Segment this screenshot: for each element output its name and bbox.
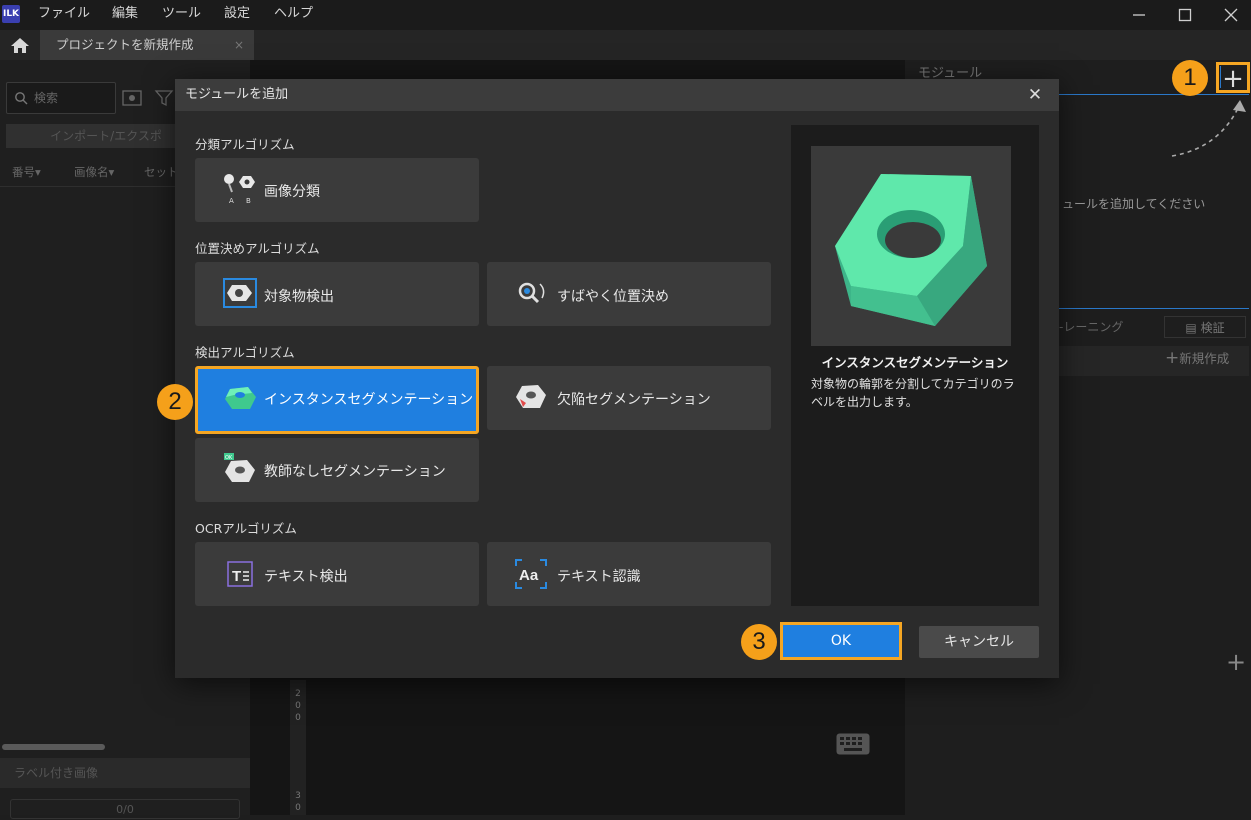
- defect-segmentation-icon: [514, 381, 548, 415]
- dialog-title: モジュールを追加: [185, 87, 289, 102]
- column-set[interactable]: セット: [144, 158, 179, 186]
- callout-3: 3: [741, 624, 777, 660]
- module-object-detection-label: 対象物検出: [264, 289, 334, 305]
- preview-image: [811, 146, 1011, 346]
- menu-settings[interactable]: 設定: [224, 0, 250, 30]
- app-logo: ILK: [2, 5, 20, 23]
- ruler-top-digits: 2 0 0: [295, 689, 301, 723]
- vertical-ruler: 2 0 0 3 0: [290, 680, 306, 815]
- dialog-close-icon[interactable]: ✕: [1024, 79, 1046, 111]
- maximize-icon[interactable]: [1162, 0, 1208, 30]
- unsupervised-segmentation-icon: OK: [222, 452, 256, 486]
- menu-help[interactable]: ヘルプ: [274, 0, 313, 30]
- svg-text:A: A: [229, 197, 234, 205]
- menu-tools[interactable]: ツール: [162, 0, 201, 30]
- search-placeholder: 検索: [34, 91, 59, 105]
- module-image-classification-label: 画像分類: [264, 184, 320, 200]
- horizontal-scrollbar[interactable]: [2, 744, 105, 750]
- image-filter-icon[interactable]: [122, 88, 144, 112]
- new-create-button[interactable]: +新規作成: [1165, 348, 1229, 368]
- cancel-button[interactable]: キャンセル: [919, 626, 1039, 658]
- svg-text:OK: OK: [225, 455, 233, 461]
- preview-title: インスタンスセグメンテーション: [821, 355, 1009, 370]
- image-classification-icon: AB: [219, 170, 255, 205]
- svg-text:Aa: Aa: [519, 567, 539, 584]
- tab-verify-label: 検証: [1200, 321, 1225, 335]
- module-instance-segmentation-label: インスタンスセグメンテーション: [264, 392, 474, 408]
- add-module-hint: ュールを追加してください: [1062, 197, 1206, 211]
- module-unsupervised-segmentation-label: 教師なしセグメンテーション: [264, 464, 446, 480]
- add-module-button[interactable]: +: [1216, 62, 1250, 93]
- menu-file[interactable]: ファイル: [38, 0, 90, 30]
- labeled-images-header: ラベル付き画像: [0, 758, 250, 788]
- tab-close-icon[interactable]: ×: [234, 30, 244, 60]
- search-icon: [14, 91, 28, 109]
- module-text-recognition-label: テキスト認識: [557, 569, 641, 585]
- image-count: 0/0: [10, 799, 240, 819]
- text-detection-icon: T: [224, 558, 258, 592]
- close-icon[interactable]: [1208, 0, 1251, 30]
- add-icon[interactable]: +: [1226, 648, 1246, 676]
- object-detection-icon: [222, 277, 257, 311]
- column-number[interactable]: 番号▾: [12, 158, 41, 186]
- verify-icon: ▤: [1185, 321, 1201, 335]
- column-image-name[interactable]: 画像名▾: [74, 158, 114, 186]
- preview-description: 対象物の輪郭を分割してカテゴリのラベルを出力します。: [811, 377, 1015, 409]
- dashed-arrow-icon: [1171, 100, 1246, 157]
- instance-segmentation-icon: [222, 383, 256, 417]
- tab-training[interactable]: -レーニング: [1059, 316, 1154, 338]
- menu-edit[interactable]: 編集: [112, 0, 138, 30]
- fast-positioning-icon: [516, 280, 550, 314]
- new-create-label: 新規作成: [1179, 351, 1230, 366]
- dialog-header: [175, 79, 1059, 111]
- plus-icon: +: [1165, 348, 1180, 368]
- keyboard-icon[interactable]: [836, 733, 870, 755]
- ruler-bottom-digits: 3 0: [295, 791, 301, 813]
- section-inspection: 検出アルゴリズム: [195, 345, 295, 360]
- module-defect-segmentation-label: 欠陥セグメンテーション: [557, 392, 711, 408]
- module-text-detection-label: テキスト検出: [264, 569, 348, 585]
- home-icon[interactable]: [10, 37, 30, 54]
- svg-text:T: T: [232, 568, 241, 585]
- minimize-icon[interactable]: [1116, 0, 1162, 30]
- tab-label: プロジェクトを新規作成: [56, 37, 194, 52]
- section-ocr: OCRアルゴリズム: [195, 521, 297, 536]
- ok-button[interactable]: OK: [780, 622, 902, 660]
- tab-verify[interactable]: ▤ 検証: [1164, 316, 1246, 338]
- module-fast-positioning-label: すばやく位置決め: [557, 289, 669, 305]
- filter-icon[interactable]: [154, 88, 174, 112]
- section-positioning: 位置決めアルゴリズム: [195, 241, 320, 256]
- svg-text:B: B: [246, 197, 251, 205]
- divider: [1220, 66, 1221, 88]
- section-classification: 分類アルゴリズム: [195, 137, 295, 152]
- text-recognition-icon: Aa: [514, 558, 548, 592]
- divider: [1059, 308, 1249, 309]
- callout-2: 2: [157, 384, 193, 420]
